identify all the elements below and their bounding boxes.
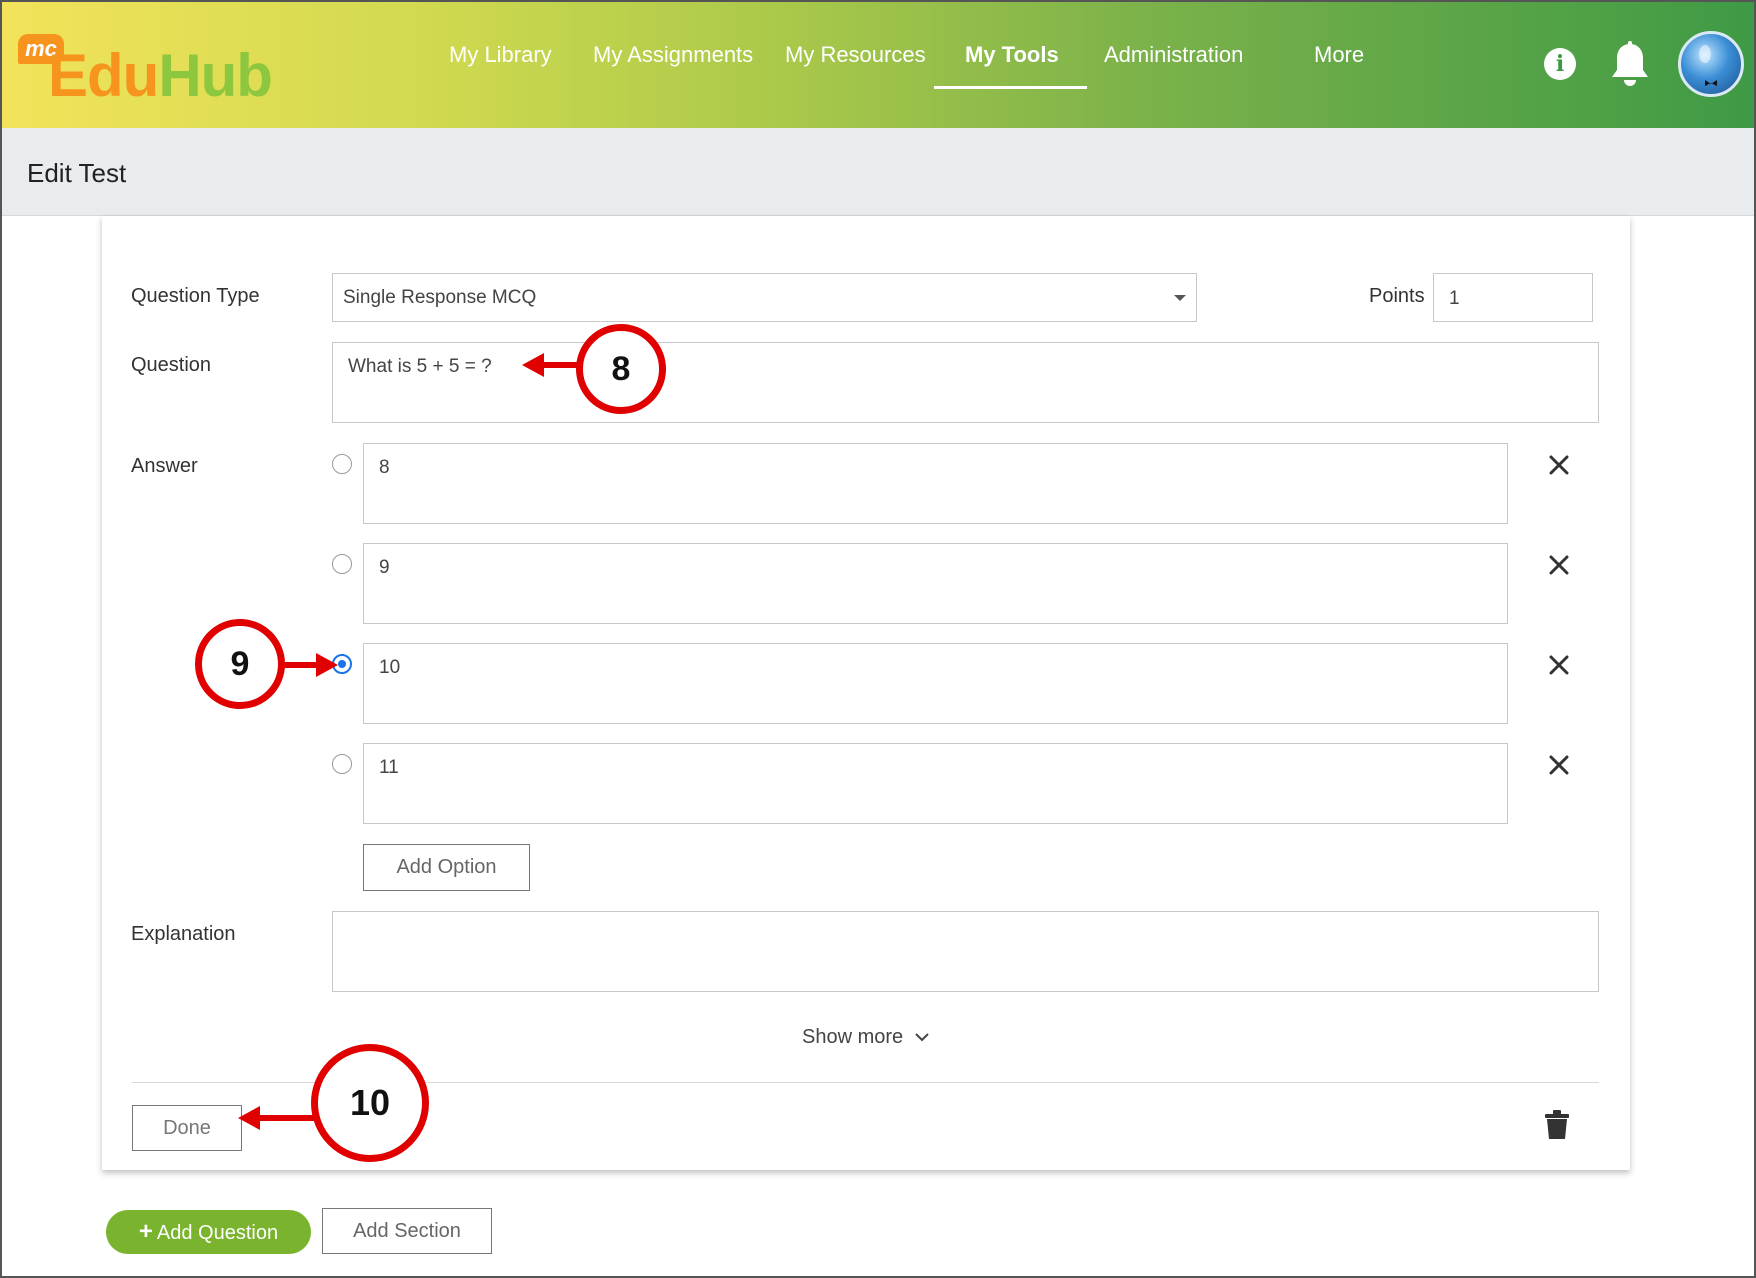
callout-8-arrow-icon	[522, 353, 580, 377]
answer-label: Answer	[131, 455, 198, 477]
callout-9-arrow-icon	[280, 653, 338, 677]
answer-option-1-text: 8	[379, 457, 390, 478]
answer-option-4-text: 11	[379, 757, 399, 778]
active-tab-indicator	[934, 86, 1087, 89]
nav-item-my-resources[interactable]: My Resources	[785, 42, 926, 68]
add-question-button[interactable]: + Add Question	[106, 1210, 311, 1254]
remove-option-2-close-icon[interactable]	[1548, 554, 1570, 576]
explanation-label: Explanation	[131, 923, 236, 945]
eduhub-logo[interactable]: mc EduHub	[16, 30, 273, 108]
page-title: Edit Test	[27, 158, 127, 188]
question-card: Question Type Single Response MCQ Points…	[102, 216, 1630, 1170]
callout-10-arrow-icon	[238, 1106, 316, 1130]
page-header: Edit Test	[2, 128, 1754, 216]
question-label: Question	[131, 354, 212, 376]
bell-icon[interactable]	[1608, 40, 1652, 88]
answer-option-2-input[interactable]: 9	[363, 543, 1508, 624]
show-more-toggle[interactable]: Show more	[802, 1026, 930, 1049]
nav-item-administration[interactable]: Administration	[1104, 42, 1243, 68]
nav-item-my-library[interactable]: My Library	[449, 42, 552, 68]
answer-option-3-input[interactable]: 10	[363, 643, 1508, 724]
remove-option-3-close-icon[interactable]	[1548, 654, 1570, 676]
add-section-button[interactable]: Add Section	[322, 1208, 492, 1254]
logo-text: EduHub	[48, 42, 273, 109]
points-value: 1	[1449, 288, 1460, 309]
answer-radio-4[interactable]	[332, 754, 352, 774]
question-type-value: Single Response MCQ	[343, 287, 537, 308]
app-window: mc EduHub My Library My Assignments My R…	[0, 0, 1756, 1278]
points-input[interactable]: 1	[1433, 273, 1593, 322]
question-text: What is 5 + 5 = ?	[348, 356, 492, 377]
done-button[interactable]: Done	[132, 1105, 242, 1151]
explanation-textarea[interactable]	[332, 911, 1599, 992]
answer-option-1-input[interactable]: 8	[363, 443, 1508, 524]
points-label: Points	[1369, 285, 1425, 307]
add-option-button[interactable]: Add Option	[363, 844, 530, 891]
answer-radio-2[interactable]	[332, 554, 352, 574]
answer-option-4-input[interactable]: 11	[363, 743, 1508, 824]
logo-text-part1: Edu	[48, 42, 159, 109]
step-callout-10: 10	[311, 1044, 429, 1162]
add-question-label: Add Question	[156, 1222, 279, 1244]
question-type-select[interactable]: Single Response MCQ	[332, 273, 1197, 322]
step-callout-8: 8	[576, 324, 666, 414]
delete-question-trash-icon[interactable]	[1544, 1110, 1570, 1140]
question-type-label: Question Type	[131, 285, 260, 307]
chevron-down-icon	[914, 1033, 929, 1042]
plus-icon: +	[138, 1218, 153, 1245]
info-icon[interactable]: i	[1544, 48, 1576, 80]
avatar-figure-icon	[1699, 45, 1717, 86]
step-callout-9: 9	[195, 619, 285, 709]
remove-option-1-close-icon[interactable]	[1548, 454, 1570, 476]
nav-item-more[interactable]: More	[1314, 42, 1364, 68]
nav-item-my-tools[interactable]: My Tools	[965, 42, 1059, 68]
show-more-label: Show more	[802, 1026, 904, 1048]
top-navigation-bar: mc EduHub My Library My Assignments My R…	[2, 2, 1754, 128]
chevron-down-icon	[1174, 295, 1186, 301]
logo-text-part2: Hub	[158, 42, 273, 109]
nav-item-my-assignments[interactable]: My Assignments	[593, 42, 753, 68]
user-avatar[interactable]	[1678, 31, 1744, 97]
answer-option-2-text: 9	[379, 557, 390, 578]
answer-option-3-text: 10	[379, 657, 401, 678]
remove-option-4-close-icon[interactable]	[1548, 754, 1570, 776]
answer-radio-1[interactable]	[332, 454, 352, 474]
